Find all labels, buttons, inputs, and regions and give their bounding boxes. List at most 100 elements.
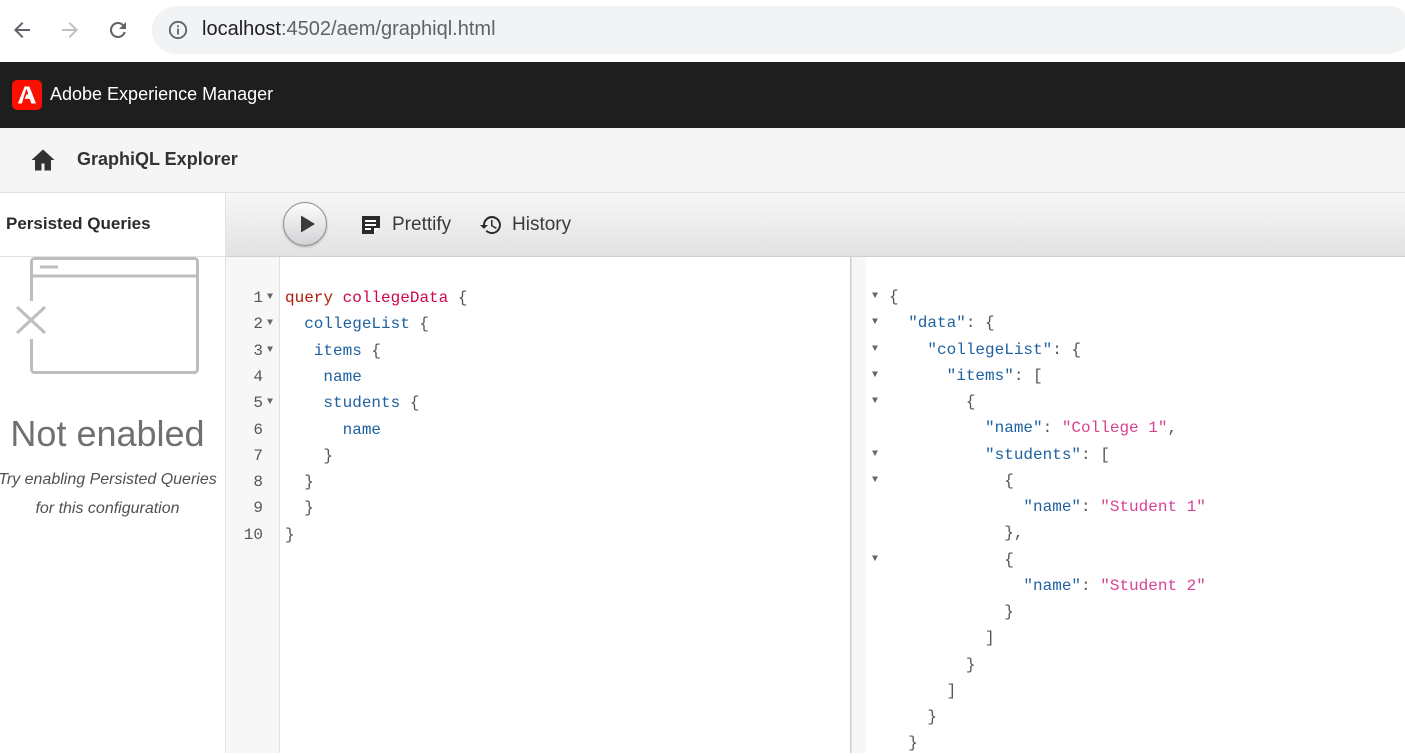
result-text: { <box>889 389 976 415</box>
query-editor[interactable]: 1 ▼ query collegeData {2 ▼ collegeList {3 ▼ … <box>226 257 851 753</box>
result-text: "name": "College 1", <box>889 415 1177 441</box>
result-line: ▼{ <box>852 284 1405 310</box>
code-line[interactable]: 1 ▼ query collegeData { <box>226 285 850 311</box>
result-text: ] <box>889 625 995 651</box>
browser-toolbar: localhost:4502/aem/graphiql.html <box>0 0 1405 63</box>
result-text: "name": "Student 2" <box>889 573 1205 599</box>
json-key: "items" <box>946 366 1014 385</box>
result-text: } <box>889 730 918 756</box>
fold-arrow-icon[interactable]: ▼ <box>267 338 273 364</box>
execute-query-button[interactable] <box>283 202 327 246</box>
fold-arrow-icon[interactable]: ▼ <box>872 547 878 573</box>
fold-arrow-icon[interactable]: ▼ <box>872 389 878 415</box>
code-text: } <box>285 443 333 469</box>
json-string: "College 1" <box>1061 419 1168 438</box>
result-indent <box>889 708 927 726</box>
code-line[interactable]: 7 } <box>226 443 850 469</box>
result-indent <box>889 393 966 411</box>
result-indent <box>889 734 908 752</box>
result-line: ] <box>852 678 1405 704</box>
json-key: "name" <box>1023 576 1082 595</box>
fold-arrow-icon[interactable]: ▼ <box>267 285 273 311</box>
code-text: name <box>285 417 381 443</box>
code-line[interactable]: 2 ▼ collegeList { <box>226 311 850 337</box>
json-key: "name" <box>1023 498 1082 516</box>
empty-state-window-icon <box>13 257 199 374</box>
line-number: 3 <box>253 341 263 360</box>
code-line[interactable]: 6 name <box>226 417 850 443</box>
code-text: query collegeData { <box>285 285 467 311</box>
adobe-logo-icon[interactable] <box>12 80 42 110</box>
result-line: ▼ { <box>852 389 1405 415</box>
result-line: "name": "Student 1" <box>852 494 1405 520</box>
code-line[interactable]: 10} <box>226 522 850 548</box>
json-punctuation: : [ <box>1081 445 1110 464</box>
json-key: "data" <box>908 314 966 333</box>
json-punctuation: : <box>1081 498 1101 516</box>
result-line: }, <box>852 520 1405 546</box>
code-line[interactable]: 4 name <box>226 364 850 390</box>
result-indent <box>889 341 927 359</box>
home-icon[interactable] <box>30 148 56 172</box>
result-indent <box>889 419 985 437</box>
result-indent <box>889 498 1023 516</box>
code-keyword: query <box>285 289 334 307</box>
code-text: } <box>285 522 295 548</box>
fold-arrow-icon[interactable]: ▼ <box>872 310 878 336</box>
code-line[interactable]: 9 } <box>226 495 850 521</box>
address-bar[interactable]: localhost:4502/aem/graphiql.html <box>152 6 1405 54</box>
result-line: "name": "College 1", <box>852 415 1405 441</box>
site-info-icon[interactable] <box>168 20 188 40</box>
back-arrow-icon <box>14 22 30 38</box>
code-field: collegeList <box>304 315 410 334</box>
result-text: }, <box>889 520 1023 546</box>
empty-state-title: Not enabled <box>10 413 205 454</box>
aem-header: Adobe Experience Manager <box>0 62 1405 128</box>
forward-button[interactable] <box>52 12 88 48</box>
history-button[interactable]: History <box>480 211 571 239</box>
result-text: { <box>889 468 1014 494</box>
line-number: 8 <box>253 473 263 492</box>
result-indent <box>889 603 1004 621</box>
result-line: ▼ "items": [ <box>852 363 1405 389</box>
result-line: ▼ "data": { <box>852 310 1405 336</box>
code-text: items { <box>285 338 381 364</box>
json-punctuation: }, <box>1004 524 1024 543</box>
json-punctuation: } <box>927 708 938 726</box>
result-indent <box>889 551 1004 569</box>
json-key: "name" <box>985 419 1043 438</box>
json-punctuation: : { <box>1052 340 1082 359</box>
fold-arrow-icon[interactable]: ▼ <box>872 284 878 310</box>
result-text: ] <box>889 678 957 704</box>
prettify-button[interactable]: Prettify <box>360 211 451 239</box>
fold-arrow-icon[interactable]: ▼ <box>872 337 878 363</box>
result-viewer[interactable]: ▼{▼ "data": {▼ "collegeList": {▼ "items"… <box>851 257 1405 753</box>
reload-button[interactable] <box>100 12 136 48</box>
url-text: localhost:4502/aem/graphiql.html <box>202 18 496 41</box>
history-label: History <box>512 214 572 235</box>
code-line[interactable]: 8 } <box>226 469 850 495</box>
line-number: 10 <box>243 525 263 544</box>
result-indent <box>889 682 947 700</box>
code-line[interactable]: 5 ▼ students { <box>226 390 850 416</box>
fold-arrow-icon[interactable]: ▼ <box>872 442 878 468</box>
result-line: ▼ { <box>852 547 1405 573</box>
code-line[interactable]: 3 ▼ items { <box>226 338 850 364</box>
prettify-icon <box>362 216 380 234</box>
reload-icon <box>109 21 126 38</box>
result-line: "name": "Student 2" <box>852 573 1405 599</box>
fold-arrow-icon[interactable]: ▼ <box>872 468 878 494</box>
fold-arrow-icon[interactable]: ▼ <box>267 311 273 337</box>
app-title[interactable]: Adobe Experience Manager <box>50 84 273 105</box>
result-line: ▼ { <box>852 468 1405 494</box>
result-indent <box>889 446 985 464</box>
back-button[interactable] <box>4 12 40 48</box>
fold-arrow-icon[interactable]: ▼ <box>872 363 878 389</box>
json-punctuation: : { <box>965 314 995 333</box>
json-punctuation: } <box>965 655 976 674</box>
code-text: students { <box>285 390 419 416</box>
fold-arrow-icon[interactable]: ▼ <box>267 390 273 416</box>
